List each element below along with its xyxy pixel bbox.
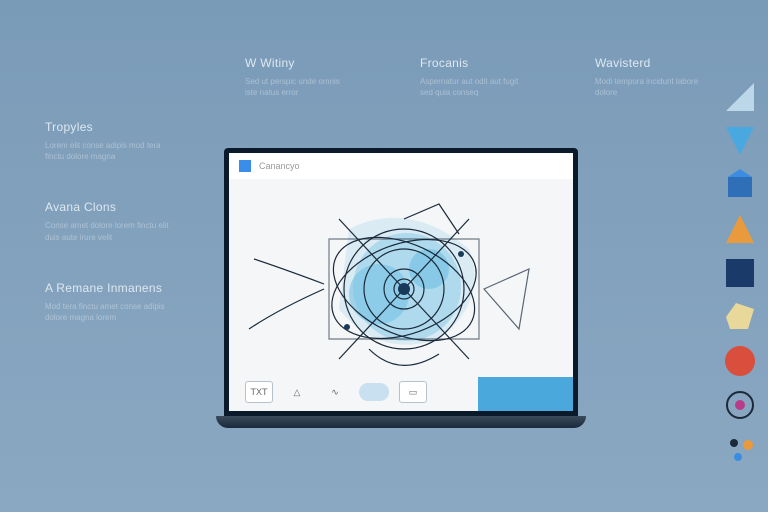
feature-body: Aspernatur aut odit aut fugit sed quia c… (420, 76, 525, 98)
feature-body: Mod tera finctu amet conse adipis dolore… (45, 301, 175, 323)
left-feature-column: Tropyles Lorem elit conse adipis mod ter… (45, 120, 200, 323)
tool-text-button[interactable]: TXT (245, 381, 273, 403)
bottom-toolbar: TXT △ ∿ ▭ (245, 381, 427, 403)
feature-title: Frocanis (420, 56, 525, 70)
laptop-mockup: Canancyo (224, 148, 594, 463)
palette-swatch[interactable] (718, 251, 762, 295)
feature-body: Conse amet dolore lorem finctu elit duis… (45, 220, 175, 242)
feature-avana-clons: Avana Clons Conse amet dolore lorem finc… (45, 200, 200, 242)
feature-title: A Remane Inmanens (45, 281, 200, 295)
feature-body: Sed ut perspic unde omnis iste natus err… (245, 76, 350, 98)
tool-oval-button[interactable] (359, 383, 389, 401)
app-titlebar: Canancyo (229, 153, 573, 179)
feature-title: Tropyles (45, 120, 200, 134)
top-feature-row: W Witiny Sed ut perspic unde omnis iste … (245, 56, 700, 98)
feature-title: Avana Clons (45, 200, 200, 214)
palette-swatch[interactable] (718, 427, 762, 471)
app-window: Canancyo (229, 153, 573, 411)
feature-body: Modi tempora incidunt labore dolore (595, 76, 700, 98)
feature-witiny: W Witiny Sed ut perspic unde omnis iste … (245, 56, 350, 98)
feature-title: Wavisterd (595, 56, 700, 70)
feature-tropyles: Tropyles Lorem elit conse adipis mod ter… (45, 120, 200, 162)
palette-swatch[interactable] (718, 119, 762, 163)
feature-frocanis: Frocanis Aspernatur aut odit aut fugit s… (420, 56, 525, 98)
feature-remane-inmanens: A Remane Inmanens Mod tera finctu amet c… (45, 281, 200, 323)
palette-swatch[interactable] (718, 75, 762, 119)
palette-swatch[interactable] (718, 383, 762, 427)
app-tab-label: Canancyo (259, 161, 300, 171)
palette-swatch[interactable] (718, 207, 762, 251)
app-logo-icon (239, 160, 251, 172)
color-palette (718, 75, 762, 471)
tool-rect-button[interactable]: ▭ (399, 381, 427, 403)
tool-curve-button[interactable]: ∿ (321, 381, 349, 403)
feature-wavisterd: Wavisterd Modi tempora incidunt labore d… (595, 56, 700, 98)
screen-frame: Canancyo (224, 148, 578, 416)
tool-triangle-button[interactable]: △ (283, 381, 311, 403)
palette-swatch[interactable] (718, 339, 762, 383)
laptop-base (216, 416, 586, 428)
feature-title: W Witiny (245, 56, 350, 70)
feature-body: Lorem elit conse adipis mod tera finctu … (45, 140, 175, 162)
palette-swatch[interactable] (718, 163, 762, 207)
bottom-right-panel[interactable] (478, 377, 573, 411)
palette-swatch[interactable] (718, 295, 762, 339)
